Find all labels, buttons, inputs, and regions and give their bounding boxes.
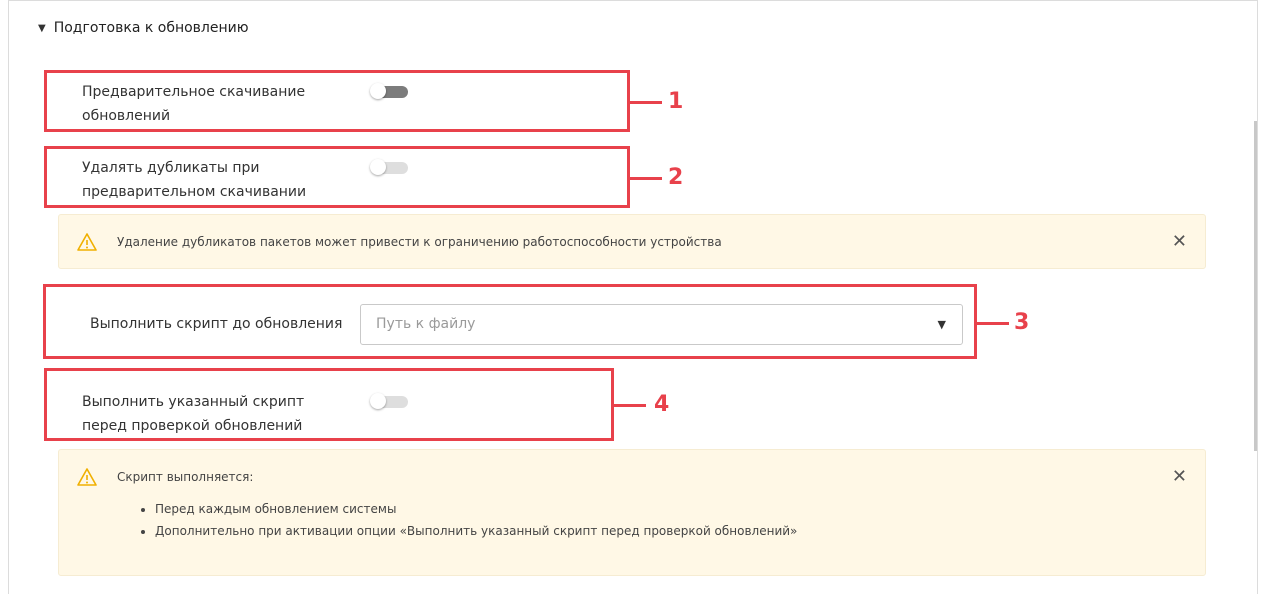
warning-script-info: Скрипт выполняется: ✕ Перед каждым обнов… xyxy=(58,449,1206,576)
annotation-number-3: 3 xyxy=(1014,310,1030,335)
annotation-line-1 xyxy=(630,101,662,104)
warning-icon xyxy=(77,468,97,486)
warning-list: Перед каждым обновлением системы Дополни… xyxy=(137,498,797,542)
warning-duplicates: Удаление дубликатов пакетов может привес… xyxy=(58,214,1206,269)
warning-icon xyxy=(77,233,97,251)
annotation-box-2 xyxy=(44,146,630,208)
caret-down-icon[interactable]: ▼ xyxy=(38,23,46,34)
annotation-line-2 xyxy=(630,177,662,180)
annotation-box-1 xyxy=(44,70,630,132)
list-item: Дополнительно при активации опции «Выпол… xyxy=(155,520,797,542)
warning-text: Удаление дубликатов пакетов может привес… xyxy=(117,235,722,249)
section-title: Подготовка к обновлению xyxy=(53,20,249,36)
annotation-number-4: 4 xyxy=(654,392,670,417)
annotation-line-3 xyxy=(977,322,1009,325)
close-icon[interactable]: ✕ xyxy=(1172,232,1187,252)
scrollbar[interactable] xyxy=(1254,121,1257,451)
list-item: Перед каждым обновлением системы xyxy=(155,498,797,520)
warning-title: Скрипт выполняется: xyxy=(117,470,254,484)
close-icon[interactable]: ✕ xyxy=(1172,467,1187,487)
annotation-line-4 xyxy=(614,404,646,407)
annotation-number-1: 1 xyxy=(668,89,684,114)
section-header[interactable]: ▼ Подготовка к обновлению xyxy=(38,20,249,36)
annotation-box-3 xyxy=(43,284,977,359)
annotation-number-2: 2 xyxy=(668,165,684,190)
annotation-box-4 xyxy=(44,368,614,441)
